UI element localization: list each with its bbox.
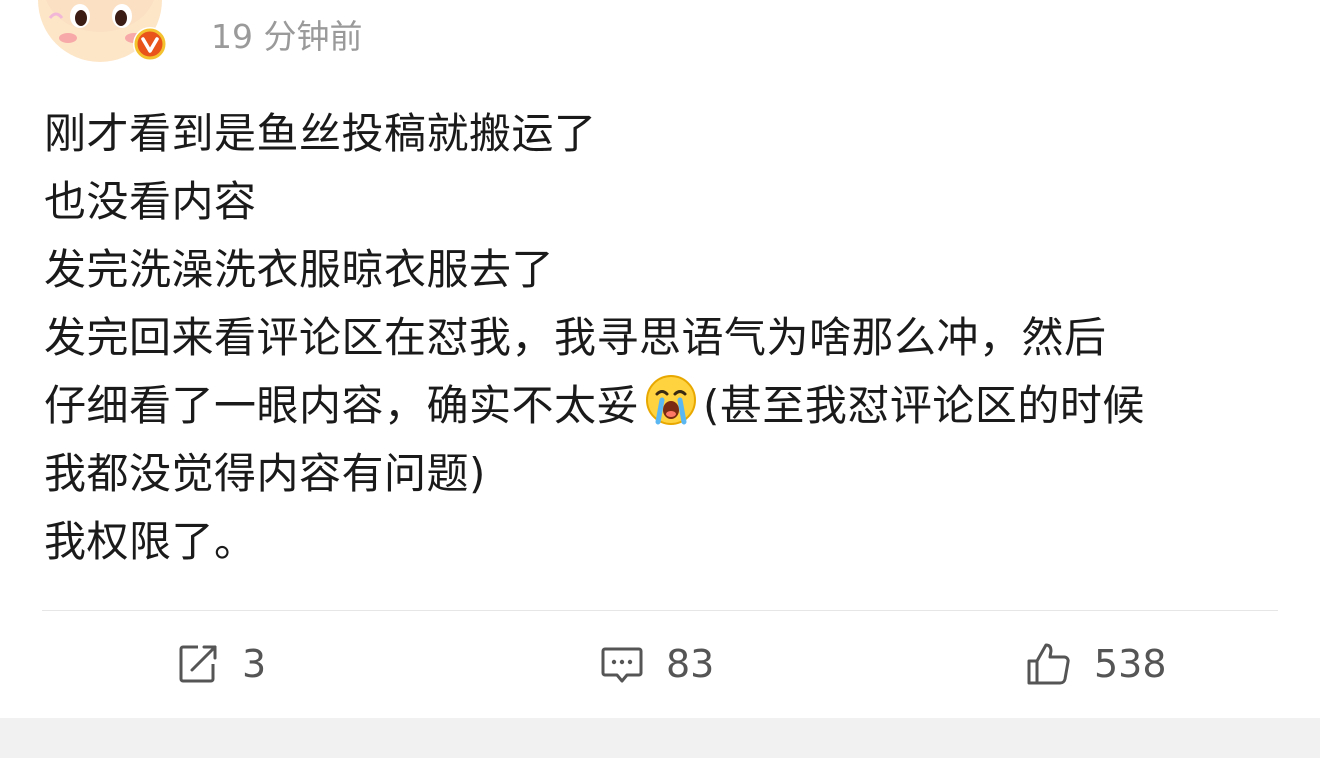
- post-text-line: 也没看内容: [44, 177, 257, 226]
- repost-count: 3: [242, 642, 267, 686]
- post-text-line: 我权限了。: [44, 517, 257, 566]
- post-text-line: 刚才看到是鱼丝投稿就搬运了: [44, 109, 597, 158]
- verified-badge-icon: [132, 26, 168, 62]
- post-text-segment: (甚至我怼评论区的时候: [703, 381, 1145, 430]
- post-text-line: 发完洗澡洗衣服晾衣服去了: [44, 245, 555, 294]
- weibo-post: ✦ ✦ 19 分钟前 刚才看到是鱼丝投稿就搬运了 也没看内容 发完洗澡洗衣服晾衣…: [0, 0, 1320, 718]
- like-count: 538: [1094, 642, 1167, 686]
- comment-count: 83: [666, 642, 715, 686]
- divider: [42, 610, 1278, 611]
- crying-face-emoji-icon: [643, 372, 699, 428]
- post-text-line: 仔细看了一眼内容，确实不太妥 (甚至我怼评论区的时候: [44, 372, 1304, 440]
- like-button[interactable]: 538: [1026, 640, 1167, 688]
- repost-icon: [176, 642, 220, 686]
- comment-icon: [600, 642, 644, 686]
- post-text-line: 我都没觉得内容有问题): [44, 449, 486, 498]
- post-text-line: 发完回来看评论区在怼我，我寻思语气为啥那么冲，然后: [44, 313, 1107, 362]
- thumbs-up-icon: [1026, 641, 1072, 687]
- post-text-segment: 仔细看了一眼内容，确实不太妥: [44, 381, 640, 430]
- avatar[interactable]: ✦ ✦: [38, 0, 170, 64]
- bottom-separator-strip: [0, 718, 1320, 758]
- post-timestamp: 19 分钟前: [211, 17, 363, 56]
- repost-button[interactable]: 3: [176, 640, 266, 688]
- post-body: 刚才看到是鱼丝投稿就搬运了 也没看内容 发完洗澡洗衣服晾衣服去了 发完回来看评论…: [44, 100, 1304, 576]
- comment-button[interactable]: 83: [600, 640, 714, 688]
